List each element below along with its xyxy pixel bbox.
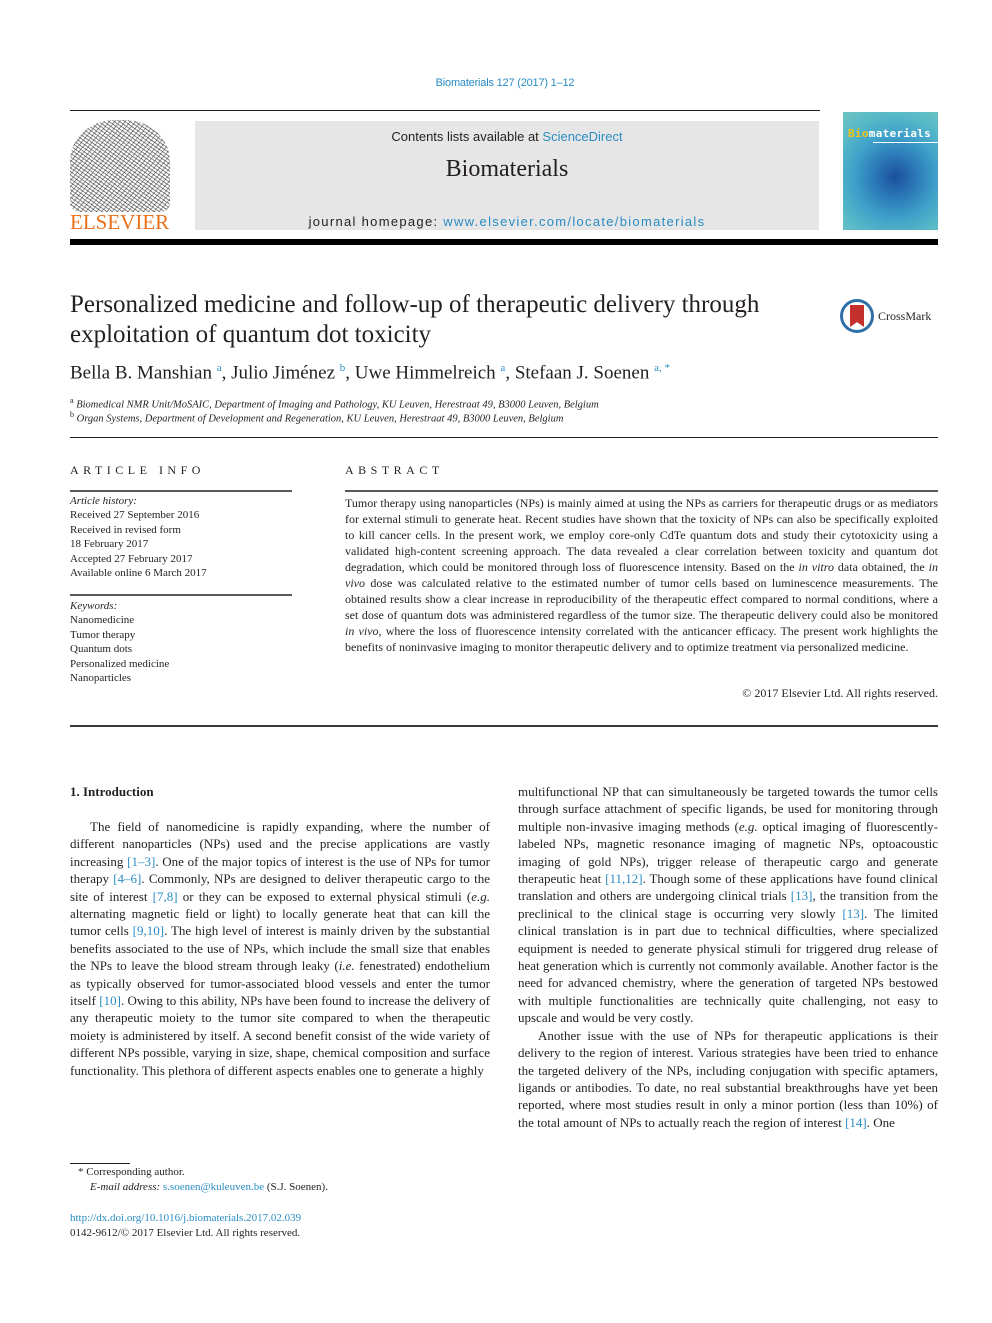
contents-label: Contents lists available at: [391, 129, 543, 144]
divider: [70, 110, 820, 111]
reference-link[interactable]: [7,8]: [153, 889, 178, 904]
reference-link[interactable]: [1–3]: [127, 854, 155, 869]
reference-link[interactable]: [14]: [845, 1115, 867, 1130]
elsevier-tree-icon: [70, 120, 170, 212]
author-affiliation-link[interactable]: a: [500, 362, 505, 374]
author-name: Bella B. Manshian: [70, 362, 212, 384]
author-affiliation-link[interactable]: b: [340, 362, 346, 374]
issn-copyright: 0142-9612/© 2017 Elsevier Ltd. All right…: [70, 1227, 301, 1239]
footnote-divider: [70, 1163, 130, 1164]
divider: [345, 490, 938, 492]
paragraph: multifunctional NP that can simultaneous…: [518, 784, 938, 1026]
keyword: Tumor therapy: [70, 628, 136, 641]
divider: [70, 437, 938, 438]
reference-link[interactable]: [11,12]: [605, 871, 642, 886]
publisher-name: ELSEVIER: [70, 210, 170, 234]
body-column-left: The field of nanomedicine is rapidly exp…: [70, 818, 490, 1079]
email-note: E-mail address: s.soenen@kuleuven.be (S.…: [90, 1181, 328, 1193]
journal-citation[interactable]: Biomaterials 127 (2017) 1–12: [0, 77, 992, 89]
cover-title: Biomaterials: [848, 127, 932, 140]
affiliation: b Organ Systems, Department of Developme…: [70, 410, 564, 425]
article-history: Article history: Received 27 September 2…: [70, 494, 207, 580]
homepage-line: journal homepage: www.elsevier.com/locat…: [195, 214, 819, 229]
author-affiliation-link[interactable]: a: [217, 362, 222, 374]
elsevier-logo[interactable]: ELSEVIER: [70, 120, 170, 234]
keyword: Quantum dots: [70, 643, 133, 656]
history-label: Article history:: [70, 495, 137, 507]
history-item: Available online 6 March 2017: [70, 567, 207, 580]
author-name: Stefaan J. Soenen: [514, 362, 650, 384]
homepage-label: journal homepage:: [308, 214, 444, 229]
reference-link[interactable]: [9,10]: [133, 923, 164, 938]
affiliation: a Biomedical NMR Unit/MoSAIC, Department…: [70, 396, 599, 411]
author-name: Julio Jiménez: [231, 362, 336, 384]
keyword: Personalized medicine: [70, 657, 170, 670]
sciencedirect-link[interactable]: ScienceDirect: [542, 129, 622, 144]
homepage-link[interactable]: www.elsevier.com/locate/biomaterials: [443, 214, 705, 229]
divider: [70, 725, 938, 727]
paragraph: The field of nanomedicine is rapidly exp…: [70, 819, 491, 1078]
reference-link[interactable]: [10]: [99, 993, 121, 1008]
author-list: Bella B. Manshian a, Julio Jiménez b, Uw…: [70, 362, 671, 384]
history-item: 18 February 2017: [70, 538, 149, 551]
body-column-right: multifunctional NP that can simultaneous…: [518, 783, 938, 1131]
contents-line: Contents lists available at ScienceDirec…: [195, 129, 819, 144]
keyword: Nanomedicine: [70, 614, 135, 627]
author-name: Uwe Himmelreich: [354, 362, 496, 384]
history-item: Accepted 27 February 2017: [70, 552, 193, 565]
corresponding-author-note: * Corresponding author.: [78, 1166, 185, 1178]
keywords-label: Keywords:: [70, 600, 118, 612]
header-divider: [70, 239, 938, 245]
section-heading: 1. Introduction: [70, 784, 154, 799]
history-item: Received 27 September 2016: [70, 509, 200, 522]
abstract-heading: ABSTRACT: [345, 463, 444, 477]
email-link[interactable]: s.soenen@kuleuven.be: [163, 1181, 264, 1193]
article-info-heading: ARTICLE INFO: [70, 463, 205, 477]
journal-title: Biomaterials: [445, 156, 569, 182]
crossmark-icon: [840, 299, 874, 333]
crossmark-label: CrossMark: [878, 308, 932, 323]
reference-link[interactable]: [13]: [842, 906, 864, 921]
cover-divider: [873, 142, 938, 143]
abstract-copyright: © 2017 Elsevier Ltd. All rights reserved…: [742, 686, 938, 700]
keyword: Nanoparticles: [70, 672, 132, 685]
reference-link[interactable]: [4–6]: [113, 871, 141, 886]
divider: [70, 594, 292, 596]
article-title: Personalized medicine and follow-up of t…: [70, 291, 760, 348]
journal-masthead: Contents lists available at ScienceDirec…: [195, 121, 819, 230]
journal-cover-image[interactable]: Biomaterials: [843, 112, 938, 230]
keywords: Keywords: Nanomedicine Tumor therapy Qua…: [70, 599, 169, 685]
doi-link[interactable]: http://dx.doi.org/10.1016/j.biomaterials…: [70, 1212, 301, 1224]
author-affiliation-link[interactable]: a, *: [654, 362, 670, 374]
crossmark-button[interactable]: CrossMark: [840, 296, 940, 336]
abstract-text: Tumor therapy using nanoparticles (NPs) …: [345, 496, 938, 654]
history-item: Received in revised form: [70, 523, 181, 536]
divider: [70, 490, 292, 492]
reference-link[interactable]: [13]: [791, 888, 813, 903]
paragraph: Another issue with the use of NPs for th…: [518, 1027, 938, 1130]
